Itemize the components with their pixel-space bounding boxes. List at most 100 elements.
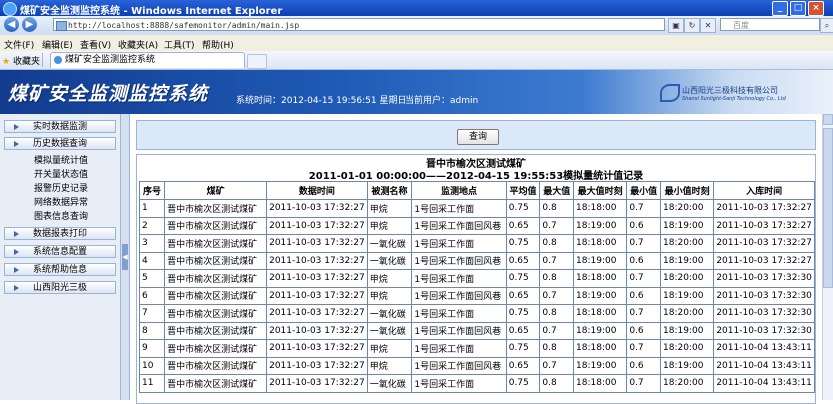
close-button[interactable]: × xyxy=(808,1,824,16)
sidebar-subitem-switch-status[interactable]: 开关量状态值 xyxy=(34,167,88,180)
column-header: 平均值 xyxy=(505,181,541,200)
sidebar-item-history[interactable]: 历史数据查询 xyxy=(4,137,116,150)
tab-title: 煤矿安全监测监控系统 xyxy=(65,55,156,65)
address-toolbar: ◀ ▶ http://localhost:8888/safemonitor/ad… xyxy=(0,16,833,36)
table-cell: 1号回采工作面 xyxy=(411,199,507,218)
table-cell: 0.6 xyxy=(626,251,661,270)
address-input[interactable]: http://localhost:8888/safemonitor/admin/… xyxy=(53,18,665,31)
menu-edit[interactable]: 编辑(E) xyxy=(42,38,73,51)
sidebar: 实时数据监测 历史数据查询 模拟量统计值 开关量状态值 报警历史记录 网络数据异… xyxy=(0,114,121,400)
sidebar-item-system-help[interactable]: 系统帮助信息 xyxy=(4,263,116,276)
sidebar-item-label: 历史数据查询 xyxy=(33,139,88,149)
report-panel: 晋中市榆次区测试煤矿 2011-01-01 00:00:00——2012-04-… xyxy=(136,154,816,404)
sidebar-subitem-alarm-history[interactable]: 报警历史记录 xyxy=(34,181,88,194)
app-header: 煤矿安全监测监控系统 系统时间：2012-04-15 19:56:51 星期日 … xyxy=(0,70,833,114)
browser-tab[interactable]: 煤矿安全监测监控系统 xyxy=(50,52,245,68)
table-cell: 2011-10-04 13:43:11 xyxy=(713,374,815,393)
menu-file[interactable]: 文件(F) xyxy=(4,38,34,51)
column-header: 最小值时刻 xyxy=(659,181,715,200)
menu-view[interactable]: 查看(V) xyxy=(80,38,111,51)
table-cell: 1号回采工作面回风巷 xyxy=(411,321,507,340)
table-cell: 0.8 xyxy=(539,199,575,218)
table-cell: 0.7 xyxy=(626,269,661,288)
table-cell: 1号回采工作面 xyxy=(411,339,507,358)
table-cell: 2011-10-04 13:43:11 xyxy=(713,339,815,358)
table-cell: 2 xyxy=(138,216,166,235)
sidebar-splitter[interactable]: ◀ xyxy=(121,114,130,400)
scroll-thumb[interactable] xyxy=(823,128,833,288)
table-cell: 2011-10-03 17:32:27 xyxy=(266,304,368,323)
table-cell: 2011-10-03 17:32:27 xyxy=(266,216,368,235)
favorites-bar: ★ 收藏夹 煤矿安全监测监控系统 xyxy=(0,51,833,70)
sidebar-subitem-analog-stats[interactable]: 模拟量统计值 xyxy=(34,153,88,166)
table-cell: 甲烷 xyxy=(366,286,413,305)
table-cell: 3 xyxy=(138,234,166,253)
arrow-right-icon xyxy=(14,249,19,255)
table-cell: 1号回采工作面 xyxy=(411,234,507,253)
menu-help[interactable]: 帮助(H) xyxy=(202,38,234,51)
table-cell: 甲烷 xyxy=(366,269,413,288)
table-cell: 2011-10-03 17:32:27 xyxy=(266,269,368,288)
search-icon[interactable]: ⌕ xyxy=(820,18,833,33)
table-cell: 0.75 xyxy=(505,339,541,358)
table-row: 7 晋中市榆次区测试煤矿 2011-10-03 17:32:27 一氧化碳 1号回采工作… xyxy=(138,304,815,323)
sidebar-item-company[interactable]: 山西阳光三极 xyxy=(4,281,116,294)
stop-icon[interactable]: ✕ xyxy=(700,18,716,33)
menu-favorites[interactable]: 收藏夹(A) xyxy=(118,38,158,51)
system-time: 系统时间：2012-04-15 19:56:51 星期日 xyxy=(236,93,406,106)
table-cell: 18:19:00 xyxy=(573,216,628,235)
minimize-button[interactable]: _ xyxy=(772,1,788,16)
table-cell: 2011-10-03 17:32:27 xyxy=(713,199,815,218)
table-cell: 0.65 xyxy=(505,321,541,340)
table-cell: 18:20:00 xyxy=(659,304,715,323)
company-mark-icon xyxy=(660,84,680,102)
table-cell: 0.8 xyxy=(539,374,575,393)
table-cell: 2011-10-03 17:32:27 xyxy=(266,374,368,393)
sidebar-subitem-network-anomaly[interactable]: 网络数据异常 xyxy=(34,195,88,208)
maximize-button[interactable]: □ xyxy=(790,1,806,16)
forward-button[interactable]: ▶ xyxy=(22,17,37,32)
sidebar-item-realtime[interactable]: 实时数据监测 xyxy=(4,120,116,133)
sidebar-item-system-config[interactable]: 系统信息配置 xyxy=(4,245,116,258)
new-tab-button[interactable] xyxy=(247,54,267,69)
table-row: 3 晋中市榆次区测试煤矿 2011-10-03 17:32:27 一氧化碳 1号回采工作… xyxy=(138,234,815,253)
query-button[interactable]: 查询 xyxy=(457,129,499,145)
table-cell: 18:20:00 xyxy=(659,234,715,253)
column-header: 被测名称 xyxy=(366,181,413,200)
table-cell: 18:19:00 xyxy=(573,286,628,305)
menu-tools[interactable]: 工具(T) xyxy=(164,38,195,51)
table-cell: 6 xyxy=(138,286,166,305)
table-cell: 0.8 xyxy=(539,304,575,323)
search-input[interactable]: 百度 xyxy=(720,18,820,31)
table-cell: 0.65 xyxy=(505,286,541,305)
compat-view-icon[interactable]: ▣ xyxy=(668,18,684,33)
refresh-icon[interactable]: ↻ xyxy=(684,18,700,33)
table-cell: 1号回采工作面回风巷 xyxy=(411,356,507,375)
sidebar-item-report-print[interactable]: 数据报表打印 xyxy=(4,227,116,240)
scroll-up-icon[interactable] xyxy=(823,114,833,125)
table-cell: 2011-10-03 17:32:27 xyxy=(266,356,368,375)
table-cell: 8 xyxy=(138,321,166,340)
menu-bar: 文件(F) 编辑(E) 查看(V) 收藏夹(A) 工具(T) 帮助(H) xyxy=(0,35,833,52)
vertical-scrollbar[interactable] xyxy=(822,114,833,400)
window-title: 煤矿安全监测监控系统 - Windows Internet Explorer xyxy=(20,6,283,17)
favorites-button[interactable]: ★ 收藏夹 xyxy=(2,54,40,67)
collapse-sidebar-icon[interactable]: ◀ xyxy=(122,244,128,270)
table-cell: 11 xyxy=(138,374,166,393)
table-cell: 甲烷 xyxy=(366,216,413,235)
page-icon xyxy=(56,21,67,31)
column-header: 数据时间 xyxy=(266,181,368,200)
main-content: 查询 晋中市榆次区测试煤矿 2011-01-01 00:00:00——2012-… xyxy=(130,114,822,404)
table-cell: 2011-10-03 17:32:27 xyxy=(713,251,815,270)
table-cell: 0.75 xyxy=(505,374,541,393)
company-logo: 山西阳光三极科技有限公司 Shanxi Sunlight-Sanji Techn… xyxy=(660,80,810,106)
table-row: 4 晋中市榆次区测试煤矿 2011-10-03 17:32:27 一氧化碳 1号回采工作… xyxy=(138,251,815,270)
app-logo: 煤矿安全监测监控系统 xyxy=(8,83,209,105)
table-cell: 0.6 xyxy=(626,356,661,375)
table-cell: 0.7 xyxy=(626,199,661,218)
table-cell: 2011-10-04 13:43:11 xyxy=(713,356,815,375)
sidebar-subitem-chart-query[interactable]: 图表信息查询 xyxy=(34,209,88,222)
table-cell: 18:20:00 xyxy=(659,199,715,218)
back-button[interactable]: ◀ xyxy=(4,17,19,32)
table-cell: 一氧化碳 xyxy=(366,234,413,253)
